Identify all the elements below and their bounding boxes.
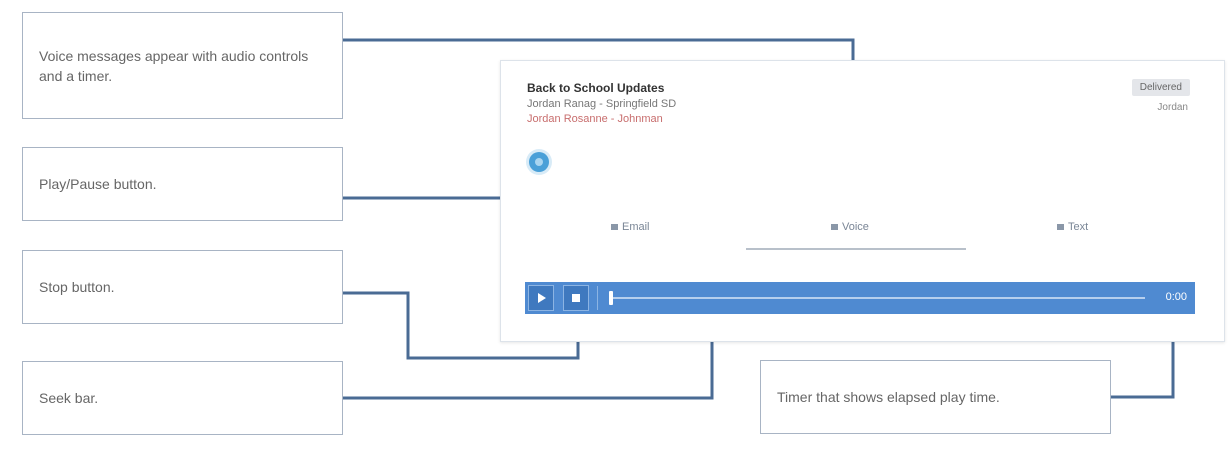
stop-icon [572,294,580,302]
callout-stop-text: Stop button. [39,279,115,295]
play-icon [538,293,546,303]
active-tab-underline [746,248,966,250]
tab-email[interactable]: Email [611,221,650,233]
stop-button[interactable] [563,285,589,311]
seek-handle[interactable] [609,291,613,305]
player-divider [597,286,598,310]
tab-email-label: Email [622,221,650,233]
seek-bar[interactable] [609,297,1145,299]
callout-voice-messages-text: Voice messages appear with audio control… [39,47,309,84]
voice-message-icon[interactable] [529,152,549,172]
message-title: Back to School Updates [527,81,665,95]
voice-icon [831,224,838,231]
callout-stop: Stop button. [22,250,343,324]
callout-play-pause: Play/Pause button. [22,147,343,221]
callout-seek: Seek bar. [22,361,343,435]
callout-seek-text: Seek bar. [39,390,99,406]
tab-text[interactable]: Text [1057,221,1088,233]
status-subtext: Jordan [1157,102,1188,113]
email-icon [611,224,618,231]
status-badge: Delivered [1131,79,1190,96]
callout-timer-text: Timer that shows elapsed play time. [777,389,1000,405]
connector-seek [343,340,714,400]
text-icon [1057,224,1064,231]
message-sender-line: Jordan Ranag - Springfield SD [527,98,677,110]
callout-voice-messages: Voice messages appear with audio control… [22,12,343,119]
callout-play-pause-text: Play/Pause button. [39,176,157,192]
tab-text-label: Text [1068,221,1089,233]
play-pause-button[interactable] [528,285,554,311]
callout-timer: Timer that shows elapsed play time. [760,360,1111,434]
audio-player: 0:00 [525,282,1195,314]
message-card: Back to School Updates Jordan Ranag - Sp… [500,60,1225,342]
tab-voice-label: Voice [842,221,869,233]
elapsed-timer: 0:00 [1165,291,1187,303]
tab-voice[interactable]: Voice [831,221,869,233]
message-recipient-line: Jordan Rosanne - Johnman [527,113,663,125]
connector-timer [1111,340,1175,399]
